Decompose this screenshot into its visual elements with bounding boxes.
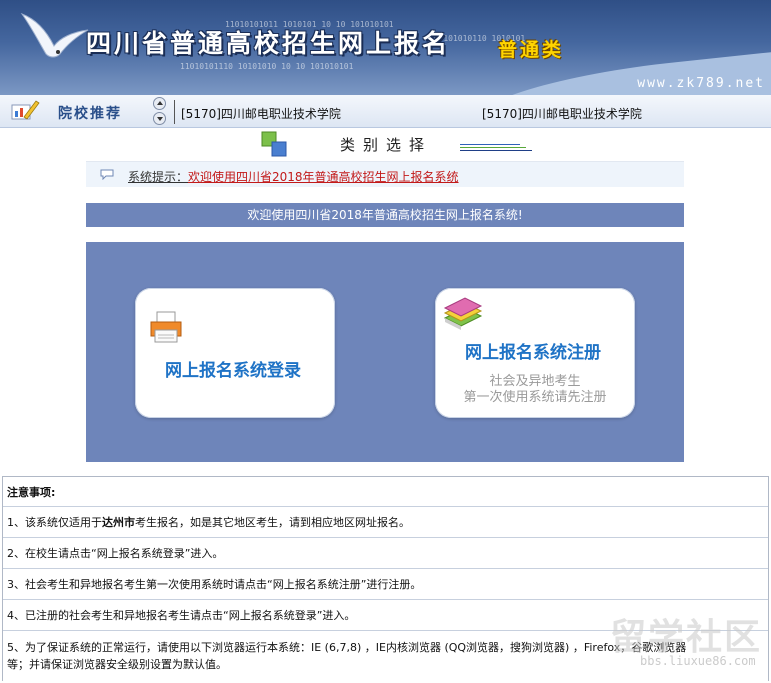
welcome-bar: 欢迎使用四川省2018年普通高校招生网上报名系统! [86, 203, 684, 227]
register-button[interactable]: 网上报名系统注册 社会及异地考生 第一次使用系统请先注册 [435, 288, 635, 418]
speech-bubble-icon [100, 169, 114, 180]
banner-subtitle: 普通类 [498, 39, 565, 61]
pencil-chart-icon [11, 100, 40, 120]
notes-item: 1、该系统仅适用于 达州市 考生报名，如是其它地区考生，请到相应地区网址报名。 [3, 507, 768, 538]
notes-item: 2、在校生请点击“网上报名系统登录”进入。 [3, 538, 768, 569]
notes-heading: 注意事项: [3, 477, 768, 507]
recommended-school-link[interactable]: [5170]四川邮电职业技术学院 [181, 105, 341, 122]
watermark: 留学社区 [610, 617, 763, 658]
notes-text: 5、为了保证系统的正常运行，请使用以下浏览器运行本系统：IE (6,7,8) ，… [7, 641, 687, 654]
notes-text: 1、该系统仅适用于 [7, 516, 102, 529]
notice-link[interactable]: 欢迎使用四川省2018年普通高校招生网上报名系统 [188, 168, 459, 185]
register-title: 网上报名系统注册 [465, 343, 601, 363]
banner-title: 四川省普通高校招生网上报名 [86, 29, 451, 58]
category-title: 类别选择 [340, 136, 433, 154]
divider [174, 100, 175, 124]
scroll-arrows [153, 97, 167, 127]
recommend-bar: 院校推荐 [5170]四川邮电职业技术学院 [5170]四川邮电职业技术学院 [0, 95, 771, 128]
notes-item: 3、社会考生和异地报名考生第一次使用系统时请点击“网上报名系统注册”进行注册。 [3, 569, 768, 600]
decor-line [460, 150, 532, 151]
decor-line [460, 144, 520, 145]
decor-line [460, 147, 526, 148]
seagull-icon [20, 12, 89, 58]
login-title: 网上报名系统登录 [165, 361, 301, 381]
title-decoration [460, 144, 532, 153]
notice-label: 系统提示： [128, 170, 189, 184]
banner-url: www.zk789.net [637, 76, 765, 91]
register-subtitle: 第一次使用系统请先注册 [463, 390, 607, 405]
banner-binary-text: 11010101110 10101010 10 10 101010101 [180, 62, 354, 71]
printer-icon [150, 311, 182, 343]
system-notice: 系统提示： 欢迎使用四川省2018年普通高校招生网上报名系统 [86, 161, 684, 187]
notes-text: 考生报名，如是其它地区考生，请到相应地区网址报名。 [135, 516, 410, 529]
watermark-url: bbs.liuxue86.com [640, 654, 756, 668]
scroll-up-icon[interactable] [153, 97, 166, 110]
login-button[interactable]: 网上报名系统登录 [135, 288, 335, 418]
recommended-school-link[interactable]: [5170]四川邮电职业技术学院 [482, 105, 642, 122]
scroll-down-icon[interactable] [153, 112, 166, 125]
books-icon [443, 297, 483, 330]
notes-city: 达州市 [102, 516, 135, 529]
category-cubes-icon [261, 131, 287, 157]
header-banner: 11010101011 1010101 10 10 101010101 0101… [0, 0, 771, 95]
recommend-label: 院校推荐 [58, 106, 122, 122]
login-options-panel: 网上报名系统登录 网上报名系统注册 社会及异地考生 第一次使用系统请先注册 [86, 242, 684, 462]
notes-text: 等；并请保证浏览器安全级别设置为默认值。 [7, 658, 227, 671]
